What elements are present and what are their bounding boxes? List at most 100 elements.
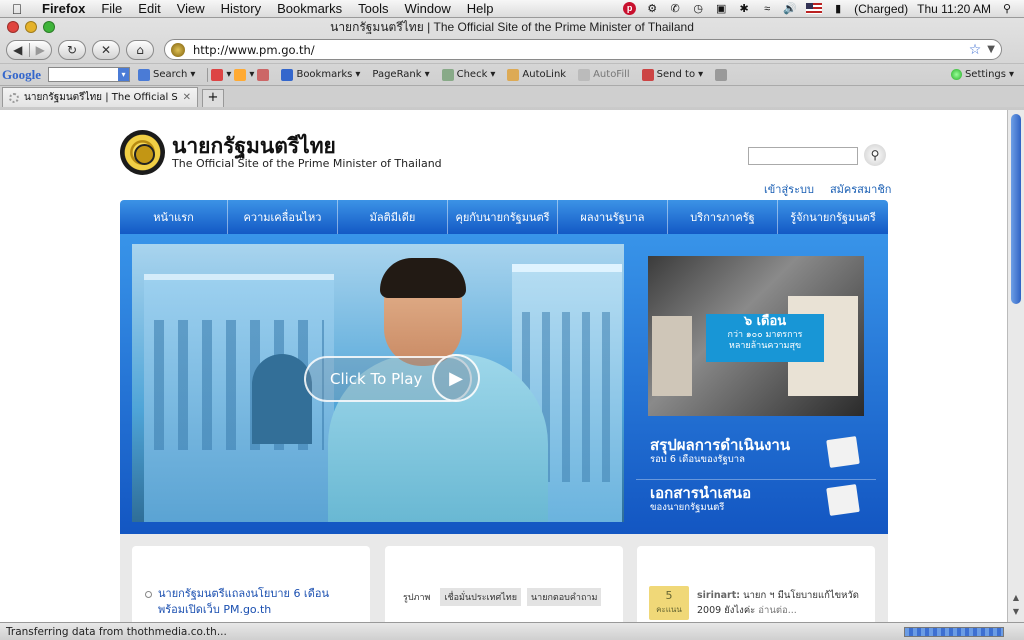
forward-arrow-icon[interactable]: ▶: [28, 42, 52, 57]
phone-icon[interactable]: ✆: [668, 3, 682, 15]
nav-about-pm[interactable]: รู้จักนายกรัฐมนตรี: [778, 200, 888, 234]
login-link[interactable]: เข้าสู่ระบบ: [764, 180, 814, 198]
tab-pm-answers[interactable]: นายกตอบคำถาม: [526, 588, 602, 606]
score-value: 5: [665, 589, 673, 602]
navigation-toolbar: ◀ ▶ ↻ ✕ ⌂ http://www.pm.go.th/ ☆ ▼: [0, 36, 1024, 63]
stop-icon[interactable]: ✕: [92, 39, 120, 60]
video-player[interactable]: Click To Play ▶: [132, 244, 624, 522]
bookmarks-star-icon: [281, 68, 294, 81]
back-forward-buttons: ◀ ▶: [6, 39, 52, 60]
vertical-scrollbar[interactable]: ▲ ▼: [1007, 110, 1024, 622]
pm-documents-link[interactable]: เอกสารนำเสนอ ของนายกรัฐมนตรี: [636, 479, 876, 523]
time-machine-icon[interactable]: ◷: [691, 3, 705, 15]
menu-help[interactable]: Help: [459, 1, 502, 16]
banner-line-2: กว่า ๑๐๐ มาตรการ: [727, 330, 803, 340]
nav-talk-to-pm[interactable]: คุยกับนายกรัฐมนตรี: [448, 200, 558, 234]
input-flag-icon[interactable]: [806, 3, 823, 14]
nav-public-services[interactable]: บริการภาครัฐ: [668, 200, 778, 234]
menu-edit[interactable]: Edit: [130, 1, 168, 16]
spotlight-search-icon[interactable]: ⚲: [1000, 3, 1014, 15]
bookmarks-button[interactable]: Bookmarks ▾: [277, 68, 364, 81]
home-icon[interactable]: ⌂: [126, 39, 154, 60]
settings-status-icon: [950, 69, 962, 80]
url-history-dropdown-icon[interactable]: ▼: [987, 44, 995, 55]
tab-current[interactable]: นายกรัฐมนตรีไทย | The Official Site o...…: [2, 87, 198, 107]
display-icon[interactable]: ▣: [714, 3, 728, 15]
hero-sidebar: ๖ เดือน กว่า ๑๐๐ มาตรการ หลายล้านความสุข…: [636, 244, 876, 522]
traffic-lights: [7, 21, 55, 33]
minimize-window-icon[interactable]: [25, 21, 37, 33]
government-seal-logo[interactable]: [120, 130, 165, 175]
google-g-icon: [138, 68, 150, 81]
bluetooth-icon[interactable]: ✱: [737, 3, 751, 15]
wifi-icon[interactable]: ≈: [760, 3, 774, 15]
volume-icon[interactable]: 🔊: [783, 3, 797, 15]
nav-home[interactable]: หน้าแรก: [120, 200, 228, 234]
six-months-promo-image[interactable]: ๖ เดือน กว่า ๑๐๐ มาตรการ หลายล้านความสุข: [648, 256, 864, 416]
menu-tools[interactable]: Tools: [350, 1, 396, 16]
scroll-down-arrow-icon[interactable]: ▼: [1010, 607, 1022, 620]
browser-chrome: นายกรัฐมนตรีไทย | The Official Site of t…: [0, 18, 1024, 110]
battery-icon: ▮: [835, 2, 842, 15]
clock[interactable]: Thu 11:20 AM: [917, 2, 991, 16]
menu-history[interactable]: History: [213, 1, 269, 16]
google-search-button[interactable]: Search ▾: [134, 68, 199, 81]
close-tab-icon[interactable]: ✕: [183, 92, 191, 103]
menu-view[interactable]: View: [169, 1, 213, 16]
url-bar[interactable]: http://www.pm.go.th/ ☆ ▼: [164, 39, 1002, 60]
spellcheck-button[interactable]: Check ▾: [438, 68, 500, 81]
comments-card: 5 คะแนน sirinart: นายก ฯ มีนโยบายแก้ไขหวั…: [637, 546, 875, 622]
status-text: Transferring data from thothmedia.co.th.…: [6, 625, 227, 638]
news-item-text: นายกรัฐมนตรีแถลงนโยบาย 6 เดือน พร้อมเปิด…: [158, 587, 329, 616]
loading-progress-bar: [904, 626, 1004, 637]
play-label: Click To Play: [330, 370, 423, 388]
play-icon[interactable]: ▶: [432, 354, 480, 402]
sync-icon[interactable]: ⚙: [645, 3, 659, 15]
pencil-button[interactable]: [711, 68, 731, 81]
mac-menubar:  Firefox File Edit View History Bookmar…: [0, 0, 1024, 18]
url-text[interactable]: http://www.pm.go.th/: [193, 43, 969, 57]
menu-firefox[interactable]: Firefox: [34, 1, 93, 16]
scroll-up-arrow-icon[interactable]: ▲: [1010, 593, 1022, 606]
site-search-input[interactable]: [748, 147, 858, 165]
tab-trust-thailand[interactable]: เชื่อมั่นประเทศไทย: [440, 588, 521, 606]
pagerank-indicator[interactable]: PageRank ▾: [368, 69, 433, 80]
nav-government-results[interactable]: ผลงานรัฐบาล: [558, 200, 668, 234]
register-link[interactable]: สมัครสมาชิก: [830, 180, 892, 198]
comment-user[interactable]: sirinart:: [697, 590, 740, 601]
banner-line-1: ๖ เดือน: [743, 314, 787, 329]
read-more-link[interactable]: อ่านต่อ...: [758, 605, 796, 616]
menu-file[interactable]: File: [93, 1, 130, 16]
six-months-banner: ๖ เดือน กว่า ๑๐๐ มาตรการ หลายล้านความสุข: [706, 314, 824, 362]
bookmark-star-icon[interactable]: ☆: [969, 42, 982, 58]
google-search-input[interactable]: [48, 67, 130, 82]
toolbar-tools[interactable]: ▾ ▾: [203, 67, 273, 82]
nav-multimedia[interactable]: มัลติมีเดีย: [338, 200, 448, 234]
settings-button[interactable]: Settings ▾: [947, 69, 1018, 80]
news-card: นายกรัฐมนตรีแถลงนโยบาย 6 เดือน พร้อมเปิด…: [132, 546, 370, 622]
battery-status[interactable]: (Charged): [854, 2, 908, 16]
hero-section: Click To Play ▶ ๖ เดือน กว่า ๑๐๐ มาตรการ…: [120, 234, 888, 534]
autolink-wand-icon: [507, 68, 520, 81]
back-arrow-icon[interactable]: ◀: [7, 43, 29, 57]
menu-window[interactable]: Window: [397, 1, 459, 16]
media-card: รูปภาพ เชื่อมั่นประเทศไทย นายกตอบคำถาม: [385, 546, 623, 622]
pinterest-icon[interactable]: p: [623, 2, 637, 15]
google-logo[interactable]: Google: [2, 67, 44, 83]
scrollbar-thumb[interactable]: [1011, 114, 1021, 304]
menu-bookmarks[interactable]: Bookmarks: [269, 1, 350, 16]
zoom-window-icon[interactable]: [43, 21, 55, 33]
list-item[interactable]: นายกรัฐมนตรีแถลงนโยบาย 6 เดือน พร้อมเปิด…: [145, 586, 358, 618]
performance-summary-link[interactable]: สรุปผลการดำเนินงาน รอบ 6 เดือนของรัฐบาล: [636, 432, 876, 476]
send-to-button[interactable]: Send to ▾: [638, 68, 707, 81]
close-window-icon[interactable]: [7, 21, 19, 33]
nav-news[interactable]: ความเคลื่อนไหว: [228, 200, 338, 234]
new-tab-button[interactable]: +: [202, 89, 224, 107]
site-search-icon[interactable]: ⚲: [864, 144, 886, 166]
autolink-button[interactable]: AutoLink: [503, 68, 570, 81]
autofill-button[interactable]: AutoFill: [574, 68, 634, 81]
apple-icon[interactable]: : [0, 1, 34, 17]
reload-icon[interactable]: ↻: [58, 39, 86, 60]
tab-photos[interactable]: รูปภาพ: [399, 588, 434, 606]
comment-item: sirinart: นายก ฯ มีนโยบายแก้ไขหวัด 2009 …: [697, 588, 867, 618]
